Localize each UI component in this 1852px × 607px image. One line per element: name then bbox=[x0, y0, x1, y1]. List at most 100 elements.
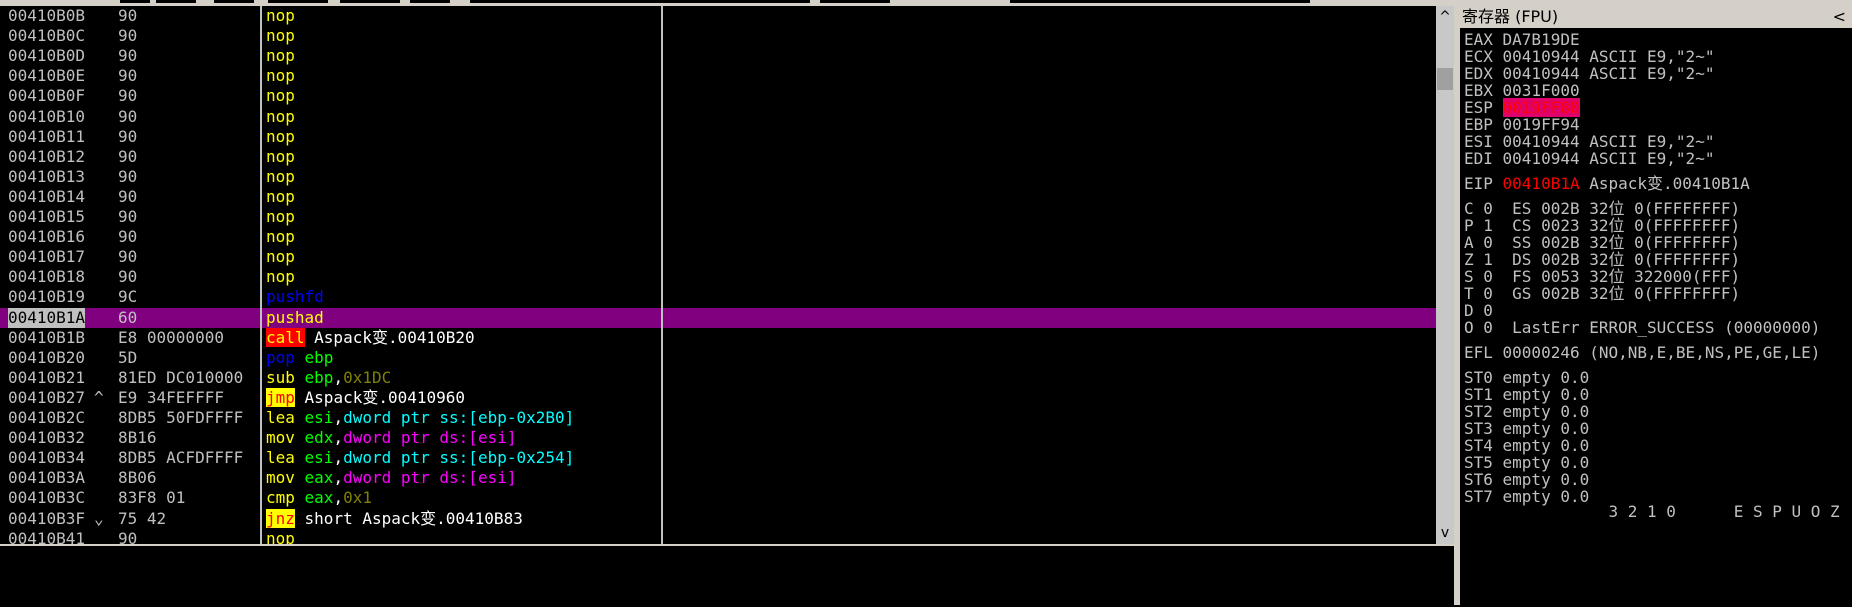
instruction-token: pop bbox=[266, 347, 295, 367]
instruction-cell: nop bbox=[266, 167, 295, 187]
disasm-row[interactable]: 00410B2C 8DB5 50FDFFFF lea esi,dword ptr s… bbox=[0, 408, 1436, 428]
disasm-row[interactable]: 00410B17 90 nop bbox=[0, 247, 1436, 267]
instruction-cell: pushad bbox=[266, 308, 324, 328]
hex-cell: 90 bbox=[118, 166, 138, 186]
instruction-token: , bbox=[333, 428, 344, 448]
disasm-row[interactable]: 00410B3A 8B06 mov eax,dword ptr ds:[esi] bbox=[0, 468, 1436, 488]
instruction-token: , bbox=[333, 367, 344, 387]
instruction-token: , bbox=[333, 408, 344, 427]
hex-cell: 90 bbox=[118, 6, 138, 25]
hex-cell: 75 42 bbox=[118, 508, 167, 528]
address-cell: 00410B27 bbox=[8, 387, 86, 407]
instruction-cell: mov eax,dword ptr ds:[esi] bbox=[266, 468, 516, 488]
instruction-token: nop bbox=[266, 528, 295, 544]
instruction-token: nop bbox=[266, 247, 295, 267]
disasm-row[interactable]: 00410B0E 90 nop bbox=[0, 66, 1436, 86]
address-cell: 00410B41 bbox=[8, 528, 86, 544]
hex-cell: 90 bbox=[118, 26, 138, 46]
instruction-cell: jmp Aspack变.00410960 bbox=[266, 387, 466, 408]
disasm-row[interactable]: 00410B12 90 nop bbox=[0, 147, 1436, 167]
instruction-token: nop bbox=[266, 6, 295, 25]
disasm-row[interactable]: 00410B32 8B16 mov edx,dword ptr ds:[esi] bbox=[0, 428, 1436, 448]
register-line[interactable]: EFL 00000246 (NO,NB,E,BE,NS,PE,GE,LE) bbox=[1464, 343, 1820, 363]
disasm-row[interactable]: 00410B0C 90 nop bbox=[0, 26, 1436, 46]
disasm-row[interactable]: 00410B27 ^ E9 34FEFFFF jmp Aspack变.00410960 bbox=[0, 387, 1436, 408]
registers-title-bar[interactable]: 寄存器 (FPU) < bbox=[1460, 6, 1852, 28]
disasm-row-selected[interactable]: 00410B1A 60 pushad bbox=[0, 307, 1436, 328]
disasm-row[interactable]: 00410B1B E8 00000000 call Aspack变.00410B20 bbox=[0, 327, 1436, 348]
register-line[interactable]: EDI 00410944 ASCII E9,"2~" bbox=[1464, 149, 1714, 169]
hex-cell: 90 bbox=[118, 207, 138, 226]
instruction-token: esi bbox=[294, 408, 334, 427]
instruction-token: nop bbox=[266, 86, 295, 106]
register-text: EFL 00000246 (NO,NB,E,BE,NS,PE,GE,LE) bbox=[1464, 343, 1821, 362]
disasm-row[interactable]: 00410B0F 90 nop bbox=[0, 86, 1436, 106]
address-cell: 00410B1A bbox=[8, 307, 86, 328]
disasm-row[interactable]: 00410B15 90 nop bbox=[0, 207, 1436, 227]
disasm-row[interactable]: 00410B18 90 nop bbox=[0, 267, 1436, 287]
address-cell: 00410B17 bbox=[8, 247, 86, 267]
instruction-token: eax bbox=[294, 488, 334, 508]
instruction-cell: nop bbox=[266, 227, 295, 247]
hex-cell: 90 bbox=[118, 86, 138, 106]
disasm-row[interactable]: 00410B3F ⌄ 75 42 jnz short Aspack变.00410B83 bbox=[0, 508, 1436, 529]
disasm-row[interactable]: 00410B41 90 nop bbox=[0, 529, 1436, 544]
scroll-thumb[interactable] bbox=[1437, 68, 1453, 90]
register-line[interactable]: EIP 00410B1A Aspack变.00410B1A bbox=[1464, 174, 1750, 194]
disasm-row[interactable]: 00410B13 90 nop bbox=[0, 167, 1436, 187]
info-pane[interactable] bbox=[0, 544, 1454, 607]
scroll-up-arrow-icon[interactable]: ^ bbox=[1436, 8, 1454, 26]
toolbar-segment bbox=[120, 0, 150, 3]
instruction-cell: nop bbox=[266, 529, 295, 544]
instruction-token: lea bbox=[266, 408, 295, 427]
instruction-token: 0x1 bbox=[343, 488, 372, 508]
scroll-down-arrow-icon[interactable]: v bbox=[1436, 524, 1454, 542]
disasm-row[interactable]: 00410B3C 83F8 01 cmp eax,0x1 bbox=[0, 488, 1436, 508]
instruction-token: nop bbox=[266, 106, 295, 126]
register-line[interactable]: O 0 LastErr ERROR_SUCCESS (00000000) bbox=[1464, 318, 1820, 338]
registers-pane[interactable]: 寄存器 (FPU) < EAX DA7B19DE ECX 00410944 ASC… bbox=[1460, 6, 1852, 605]
instruction-token: , bbox=[333, 448, 344, 468]
disasm-row[interactable]: 00410B34 8DB5 ACFDFFFF lea esi,dword ptr s… bbox=[0, 448, 1436, 468]
instruction-cell: jnz short Aspack变.00410B83 bbox=[266, 508, 523, 529]
address-cell: 00410B12 bbox=[8, 146, 86, 166]
collapse-icon[interactable]: < bbox=[1833, 6, 1846, 28]
hex-cell: 83F8 01 bbox=[118, 488, 186, 508]
instruction-token: nop bbox=[266, 227, 295, 247]
disasm-row[interactable]: 00410B19 9C pushfd bbox=[0, 287, 1436, 307]
instruction-token: 0x1DC bbox=[343, 367, 392, 387]
instruction-token: call bbox=[266, 327, 305, 347]
toolbar-segment bbox=[410, 0, 450, 3]
disasm-row[interactable]: 00410B16 90 nop bbox=[0, 227, 1436, 247]
instruction-token: pushad bbox=[266, 307, 324, 327]
disasm-row[interactable]: 00410B0B 90 nop bbox=[0, 6, 1436, 26]
address-cell: 00410B20 bbox=[8, 347, 86, 367]
disasm-row[interactable]: 00410B11 90 nop bbox=[0, 127, 1436, 147]
hex-cell: 8B16 bbox=[118, 428, 157, 448]
instruction-token: nop bbox=[266, 146, 295, 166]
disassembly-scrollbar[interactable]: ^ v bbox=[1436, 6, 1454, 544]
disasm-row[interactable]: 00410B20 5D pop ebp bbox=[0, 348, 1436, 368]
hex-cell: 90 bbox=[118, 46, 138, 66]
disasm-row[interactable]: 00410B0D 90 nop bbox=[0, 46, 1436, 66]
instruction-token: short Aspack变.00410B83 bbox=[294, 508, 523, 528]
instruction-token: Aspack变.00410960 bbox=[294, 387, 466, 407]
disasm-row[interactable]: 00410B21 81ED DC010000 sub ebp,0x1DC bbox=[0, 368, 1436, 388]
instruction-cell: lea esi,dword ptr ss:[ebp-0x2B0] bbox=[266, 408, 574, 428]
register-line[interactable]: T 0 GS 002B 32位 0(FFFFFFFF) bbox=[1464, 284, 1740, 304]
hex-cell: 8DB5 ACFDFFFF bbox=[118, 448, 244, 468]
instruction-token: , bbox=[333, 488, 344, 508]
instruction-token: mov bbox=[266, 468, 295, 488]
disasm-row[interactable]: 00410B14 90 nop bbox=[0, 187, 1436, 207]
toolbar-segment bbox=[1010, 0, 1310, 3]
register-text: Aspack变.00410B1A bbox=[1579, 174, 1750, 193]
instruction-cell: nop bbox=[266, 127, 295, 147]
register-line[interactable]: 3 2 1 0 E S P U O Z bbox=[1464, 502, 1839, 522]
address-cell: 00410B0B bbox=[8, 6, 86, 25]
register-text: T 0 GS 002B 32位 0(FFFFFFFF) bbox=[1464, 284, 1741, 303]
register-text: EIP bbox=[1464, 174, 1503, 193]
disasm-row[interactable]: 00410B10 90 nop bbox=[0, 107, 1436, 127]
disassembly-pane[interactable]: 00410B0B 90 nop 00410B0C 90 nop 00410B0D 90 nop 0… bbox=[0, 6, 1436, 544]
hex-cell: E8 00000000 bbox=[118, 327, 224, 347]
instruction-token: jnz bbox=[266, 508, 295, 528]
